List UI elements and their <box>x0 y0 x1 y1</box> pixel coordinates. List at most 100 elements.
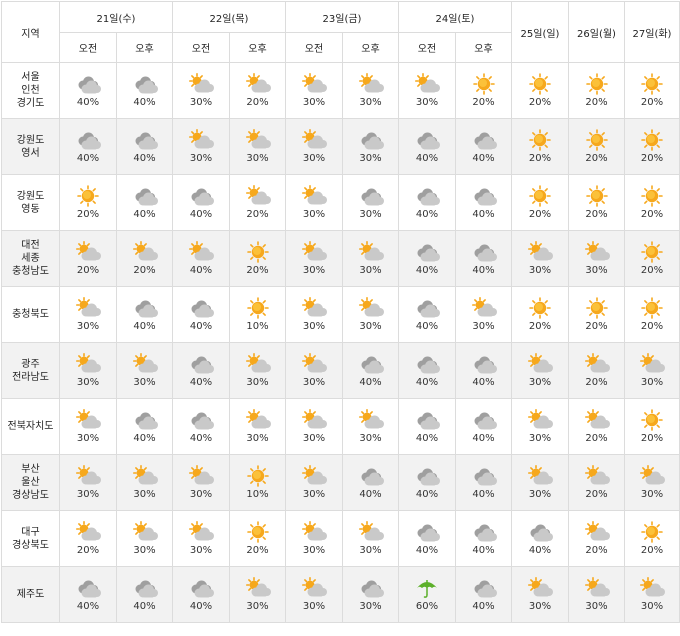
forecast-cell: 10% <box>229 454 286 511</box>
cloudy-icon <box>414 465 440 487</box>
cloudy-icon <box>132 129 158 151</box>
sunny-icon <box>527 128 553 151</box>
forecast-cell: 20% <box>568 510 625 567</box>
precip-probability: 40% <box>415 432 439 444</box>
precip-probability: 20% <box>640 544 664 556</box>
partly-sunny-icon <box>245 184 271 207</box>
forecast-cell: 40% <box>455 454 512 511</box>
precip-probability: 40% <box>472 544 495 556</box>
precip-probability: 30% <box>415 96 439 108</box>
precip-probability: 30% <box>189 96 213 108</box>
forecast-cell: 30% <box>511 398 569 455</box>
precip-probability: 20% <box>640 152 664 164</box>
precip-probability: 20% <box>585 432 608 444</box>
precip-probability: 30% <box>359 544 382 556</box>
forecast-cell: 40% <box>455 230 512 287</box>
partly-sunny-icon <box>301 72 327 95</box>
forecast-cell: 10% <box>229 286 286 343</box>
precip-probability: 30% <box>359 208 382 220</box>
partly-sunny-icon <box>245 72 271 95</box>
weekly-forecast-table: 지역 21일(수) 22일(목) 23일(금) 24일(토) 25일(일) 26… <box>1 1 680 623</box>
table-row: 광주 전라남도 30% 30% 40% 30% 30% 40% 40% 40% … <box>1 342 680 399</box>
partly-sunny-icon <box>188 72 214 95</box>
sunny-icon <box>245 240 271 263</box>
forecast-cell: 30% <box>229 342 286 399</box>
partly-sunny-icon <box>527 464 553 487</box>
forecast-cell: 30% <box>342 398 399 455</box>
precip-probability: 30% <box>302 376 326 388</box>
table-row: 강원도 영서 40% 40% 30% 30% 30% 30% 40% 40% 2… <box>1 118 680 175</box>
region-line: 서울 <box>21 72 40 83</box>
forecast-cell: 40% <box>172 398 230 455</box>
precip-probability: 40% <box>189 264 213 276</box>
precip-probability: 20% <box>585 152 608 164</box>
precip-probability: 60% <box>415 600 439 612</box>
precip-probability: 40% <box>133 96 156 108</box>
forecast-cell: 30% <box>342 62 399 119</box>
precip-probability: 30% <box>640 376 664 388</box>
forecast-cell: 40% <box>455 174 512 231</box>
partly-sunny-icon <box>132 352 158 375</box>
day-header: 25일(일) <box>511 1 569 63</box>
table-row: 부산 울산 경상남도 30% 30% 30% 10% 30% 40% 40% 4… <box>1 454 680 511</box>
precip-probability: 30% <box>302 152 326 164</box>
precip-probability: 30% <box>302 600 326 612</box>
partly-sunny-icon <box>75 240 101 263</box>
forecast-cell: 30% <box>172 118 230 175</box>
forecast-cell: 30% <box>59 398 117 455</box>
forecast-cell: 30% <box>229 566 286 623</box>
partly-sunny-icon <box>527 576 553 599</box>
forecast-cell: 20% <box>624 174 680 231</box>
forecast-cell: 30% <box>342 510 399 567</box>
sunny-icon <box>75 184 101 207</box>
partly-sunny-icon <box>301 240 327 263</box>
precip-probability: 30% <box>76 488 100 500</box>
cloudy-icon <box>75 73 101 95</box>
forecast-cell: 30% <box>568 566 625 623</box>
precip-probability: 20% <box>528 152 552 164</box>
partly-sunny-icon <box>639 352 665 375</box>
sunny-icon <box>471 72 497 95</box>
precip-probability: 10% <box>246 488 269 500</box>
partly-sunny-icon <box>75 520 101 543</box>
precip-probability: 30% <box>528 432 552 444</box>
partly-sunny-icon <box>75 296 101 319</box>
precip-probability: 30% <box>76 432 100 444</box>
partly-sunny-icon <box>527 240 553 263</box>
cloudy-icon <box>132 185 158 207</box>
sunny-icon <box>527 184 553 207</box>
precip-probability: 30% <box>246 376 269 388</box>
cloudy-icon <box>471 465 497 487</box>
partly-sunny-icon <box>75 408 101 431</box>
precip-probability: 40% <box>472 600 495 612</box>
partly-sunny-icon <box>75 352 101 375</box>
forecast-cell: 30% <box>285 286 343 343</box>
precip-probability: 40% <box>189 320 213 332</box>
region-line: 대구 <box>21 526 40 538</box>
precip-probability: 20% <box>133 264 156 276</box>
precip-probability: 20% <box>246 208 269 220</box>
forecast-cell: 30% <box>624 566 680 623</box>
precip-probability: 20% <box>585 96 608 108</box>
partly-sunny-icon <box>358 296 384 319</box>
region-line: 충청남도 <box>12 266 49 277</box>
forecast-cell: 30% <box>342 174 399 231</box>
region-line: 영서 <box>21 147 40 159</box>
precip-probability: 30% <box>133 376 156 388</box>
sunny-icon <box>639 240 665 263</box>
precip-probability: 40% <box>189 432 213 444</box>
precip-probability: 20% <box>76 544 100 556</box>
forecast-cell: 30% <box>229 118 286 175</box>
forecast-cell: 40% <box>172 342 230 399</box>
partly-sunny-icon <box>414 72 440 95</box>
forecast-cell: 30% <box>116 454 173 511</box>
precip-probability: 30% <box>359 96 382 108</box>
cloudy-icon <box>414 241 440 263</box>
precip-probability: 20% <box>640 96 664 108</box>
partly-sunny-icon <box>132 464 158 487</box>
forecast-cell: 30% <box>511 342 569 399</box>
forecast-cell: 30% <box>172 454 230 511</box>
precip-probability: 20% <box>528 96 552 108</box>
forecast-cell: 40% <box>398 510 456 567</box>
sunny-icon <box>584 296 610 319</box>
